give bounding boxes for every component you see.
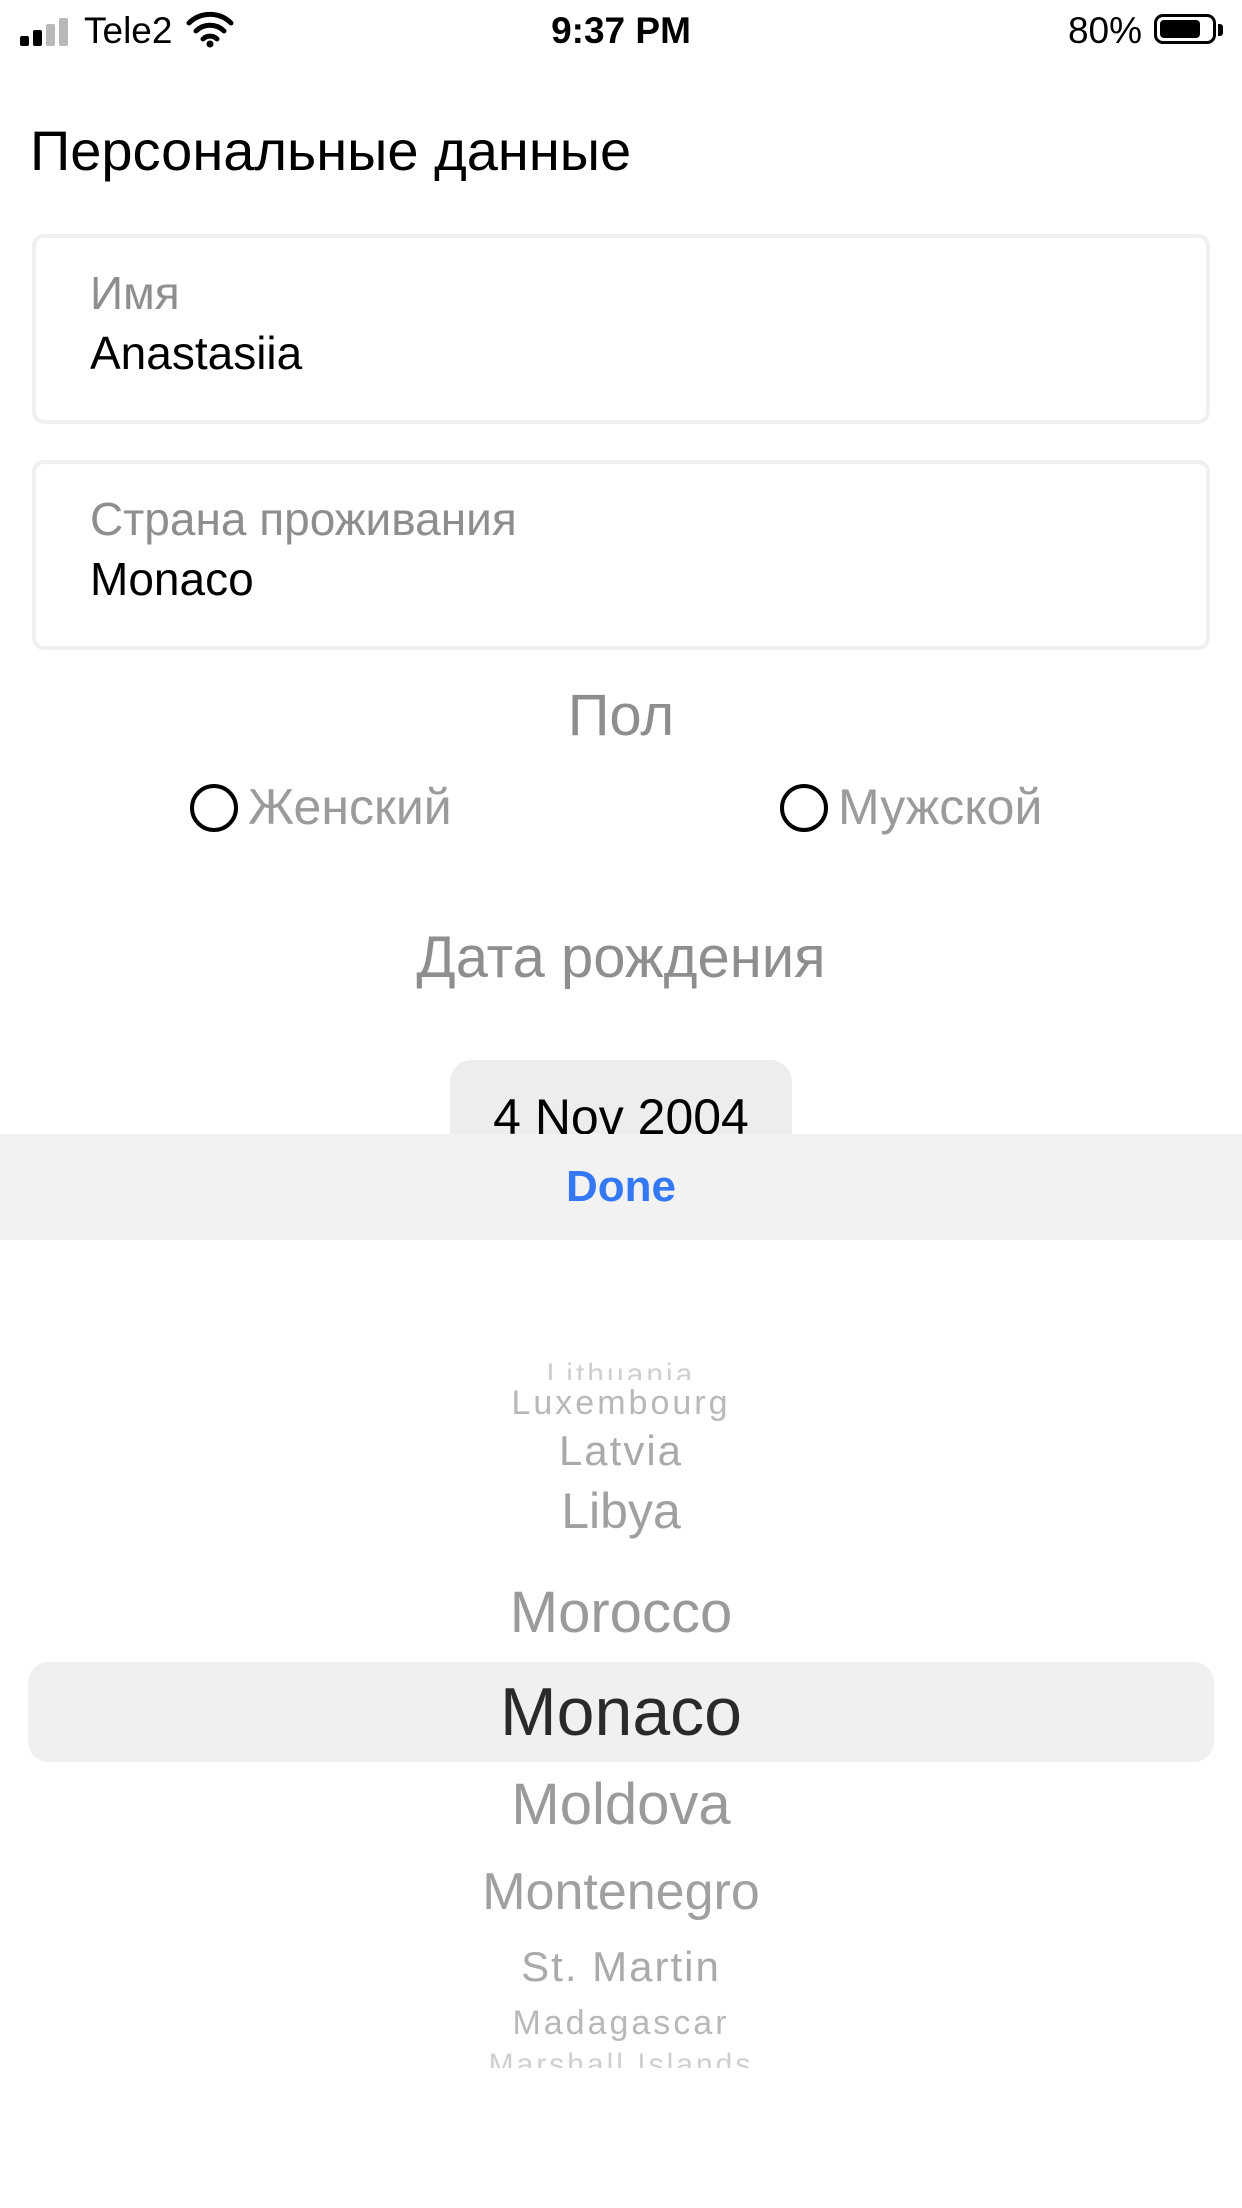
gender-title: Пол — [567, 683, 675, 748]
gender-option-female-label: Женский — [248, 779, 452, 835]
country-field-label: Страна проживания — [90, 493, 517, 545]
picker-row[interactable]: Madagascar — [0, 2006, 1242, 2040]
birth-date-title: Дата рождения — [416, 925, 826, 990]
picker-row[interactable]: Montenegro — [0, 1866, 1242, 1918]
name-field-value[interactable]: Anastasiia — [90, 326, 302, 380]
picker-row[interactable]: Libya — [0, 1486, 1242, 1536]
country-field[interactable]: Страна проживания Monaco — [32, 460, 1210, 650]
gender-option-male-label: Мужской — [838, 779, 1043, 835]
picker-row[interactable]: Marshall Islands — [0, 2050, 1242, 2069]
name-field-label: Имя — [90, 267, 180, 319]
picker-row[interactable]: Latvia — [0, 1430, 1242, 1472]
birth-date-button[interactable]: 4 Nov 2004 — [450, 1060, 792, 1134]
picker-row[interactable]: Morocco — [0, 1584, 1242, 1642]
country-field-value[interactable]: Monaco — [90, 552, 254, 606]
radio-circle-icon[interactable] — [780, 784, 828, 832]
picker-row[interactable]: St. Martin — [0, 1946, 1242, 1988]
picker-row[interactable]: Moldova — [0, 1776, 1242, 1834]
status-bar: Tele2 9:37 PM 80% — [0, 0, 1242, 60]
radio-circle-icon[interactable] — [190, 784, 238, 832]
name-field[interactable]: Имя Anastasiia — [32, 234, 1210, 424]
picker-row[interactable]: Luxembourg — [0, 1386, 1242, 1420]
country-picker[interactable]: Lithuania Luxembourg Latvia Libya Morocc… — [0, 1240, 1242, 2208]
picker-partial-top: Lithuania — [0, 1358, 1242, 1381]
birth-date-value: 4 Nov 2004 — [493, 1089, 749, 1134]
picker-toolbar: Done — [0, 1134, 1242, 1240]
clock: 9:37 PM — [551, 10, 691, 51]
picker-partial-bottom: Marshall Islands — [0, 2048, 1242, 2069]
done-button[interactable]: Done — [0, 1162, 1242, 1212]
battery-icon — [1154, 14, 1224, 48]
battery-percent: 80% — [1067, 10, 1142, 51]
picker-row-selected[interactable]: Monaco — [0, 1678, 1242, 1746]
page-title: Персональные данные — [30, 119, 632, 182]
picker-row[interactable]: Lithuania — [0, 1360, 1242, 1381]
